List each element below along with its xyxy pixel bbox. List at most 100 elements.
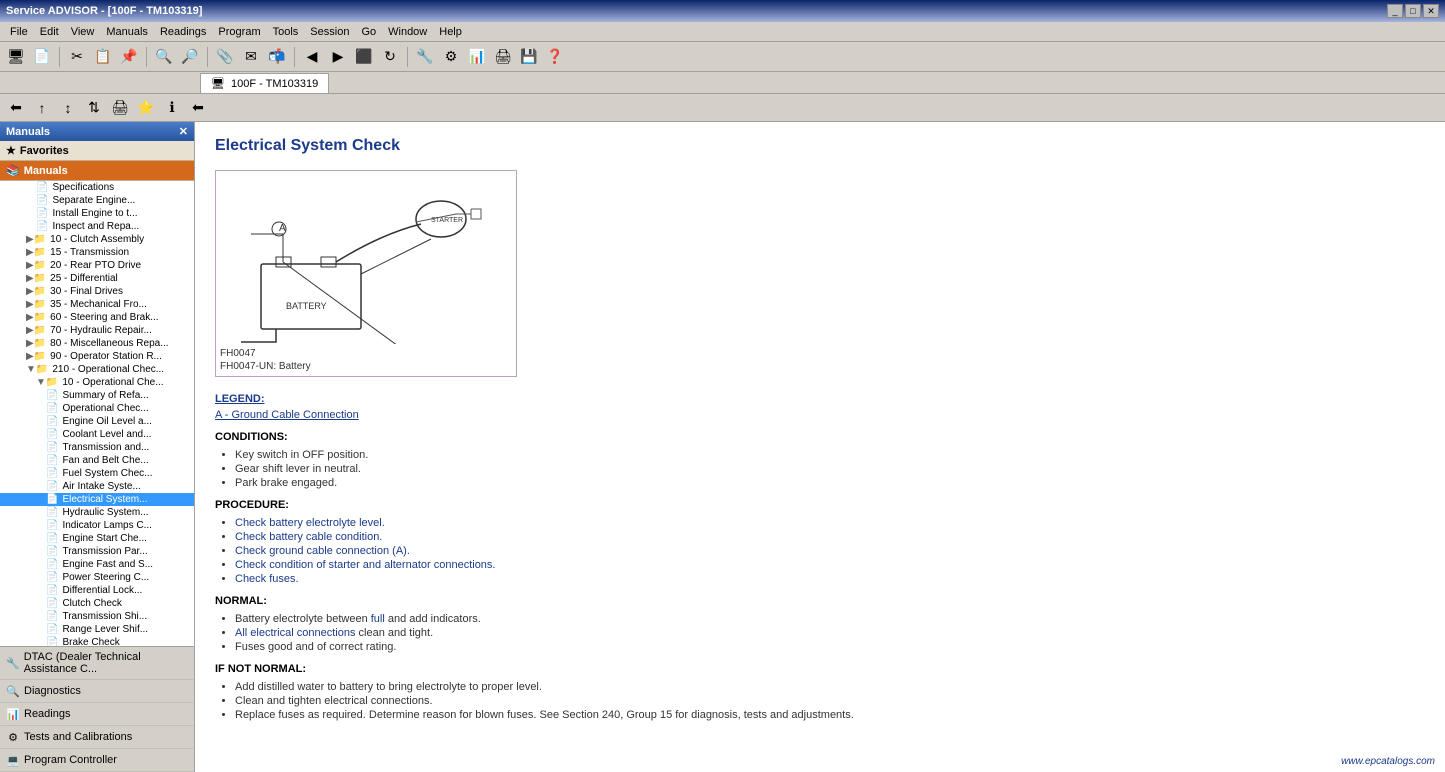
- menu-item-manuals[interactable]: Manuals: [100, 24, 154, 40]
- tree-item[interactable]: 📄Clutch Check: [0, 597, 194, 610]
- doc-tab[interactable]: 🖥 100F - TM103319: [200, 73, 329, 93]
- tree-item[interactable]: ▶📁20 - Rear PTO Drive: [0, 259, 194, 272]
- tree-item[interactable]: 📄Inspect and Repa...: [0, 220, 194, 233]
- tree-item[interactable]: 📄Operational Chec...: [0, 402, 194, 415]
- tree-item-label: 15 - Transmission: [50, 247, 129, 258]
- toolbar-secondary: ⬅ ↑ ↕ ⇅ 🖨 ⭐ ℹ ⬅: [0, 94, 1445, 122]
- tree-item[interactable]: 📄Engine Oil Level a...: [0, 415, 194, 428]
- tree-item[interactable]: ▶📁80 - Miscellaneous Repa...: [0, 337, 194, 350]
- nav-stop-button[interactable]: ⬛: [352, 45, 376, 69]
- tree-item[interactable]: ▶📁15 - Transmission: [0, 246, 194, 259]
- diagram-caption-text: FH0047-UN: Battery: [216, 361, 516, 376]
- nav-refresh-button[interactable]: ↻: [378, 45, 402, 69]
- toolbar-btn-8[interactable]: 📎: [213, 45, 237, 69]
- folder-icon: ▶📁: [26, 312, 46, 323]
- tab-bar: 🖥 100F - TM103319: [0, 72, 1445, 94]
- toolbar-btn-4[interactable]: 📋: [91, 45, 115, 69]
- tree-item[interactable]: 📄Indicator Lamps C...: [0, 519, 194, 532]
- content-area[interactable]: Electrical System Check BATTERY: [195, 122, 1445, 772]
- tree-item[interactable]: 📄Transmission Shi...: [0, 610, 194, 623]
- tree-item[interactable]: 📄Summary of Refa...: [0, 389, 194, 402]
- tree-item[interactable]: ▶📁70 - Hydraulic Repair...: [0, 324, 194, 337]
- tree-item[interactable]: 📄Transmission Par...: [0, 545, 194, 558]
- menu-item-view[interactable]: View: [65, 24, 101, 40]
- minimize-button[interactable]: _: [1387, 4, 1403, 18]
- toolbar2-btn-2[interactable]: ↑: [30, 96, 54, 120]
- toolbar-btn-9[interactable]: ✉: [239, 45, 263, 69]
- dtac-nav[interactable]: 🔧 DTAC (Dealer Technical Assistance C...: [0, 647, 194, 680]
- tree-item[interactable]: 📄Fuel System Chec...: [0, 467, 194, 480]
- toolbar2-btn-4[interactable]: ⇅: [82, 96, 106, 120]
- tree-container[interactable]: 📄Specifications📄Separate Engine...📄Insta…: [0, 181, 194, 646]
- toolbar-btn-3[interactable]: ✂: [65, 45, 89, 69]
- window-controls[interactable]: _ □ ✕: [1387, 4, 1439, 18]
- menu-item-go[interactable]: Go: [355, 24, 382, 40]
- tree-item[interactable]: ▶📁30 - Final Drives: [0, 285, 194, 298]
- tree-item[interactable]: ▶📁25 - Differential: [0, 272, 194, 285]
- menu-item-help[interactable]: Help: [433, 24, 468, 40]
- program-nav[interactable]: 💻 Program Controller: [0, 749, 194, 772]
- toolbar2-btn-8[interactable]: ⬅: [186, 96, 210, 120]
- menu-item-window[interactable]: Window: [382, 24, 433, 40]
- toolbar-btn-7[interactable]: 🔎: [178, 45, 202, 69]
- legend-item-a[interactable]: A - Ground Cable Connection: [215, 409, 1425, 421]
- nav-back-button[interactable]: ◀: [300, 45, 324, 69]
- toolbar-btn-1[interactable]: 🖥: [4, 45, 28, 69]
- tree-item[interactable]: ▼📁10 - Operational Che...: [0, 376, 194, 389]
- tree-item[interactable]: 📄Differential Lock...: [0, 584, 194, 597]
- toolbar-btn-11[interactable]: 🔧: [413, 45, 437, 69]
- menu-item-edit[interactable]: Edit: [34, 24, 65, 40]
- tree-item[interactable]: 📄Install Engine to t...: [0, 207, 194, 220]
- tree-item[interactable]: 📄Brake Check: [0, 636, 194, 646]
- readings-nav[interactable]: 📊 Readings: [0, 703, 194, 726]
- tests-nav[interactable]: ⚙ Tests and Calibrations: [0, 726, 194, 749]
- tree-item[interactable]: ▶📁90 - Operator Station R...: [0, 350, 194, 363]
- tree-item[interactable]: 📄Engine Fast and S...: [0, 558, 194, 571]
- tree-item[interactable]: 📄Engine Start Che...: [0, 532, 194, 545]
- tree-item[interactable]: 📄Hydraulic System...: [0, 506, 194, 519]
- tree-item[interactable]: 📄Specifications: [0, 181, 194, 194]
- diagnostics-nav[interactable]: 🔍 Diagnostics: [0, 680, 194, 703]
- toolbar-btn-15[interactable]: 💾: [517, 45, 541, 69]
- toolbar2-btn-3[interactable]: ↕: [56, 96, 80, 120]
- maximize-button[interactable]: □: [1405, 4, 1421, 18]
- toolbar-btn-2[interactable]: 📄: [30, 45, 54, 69]
- tree-item[interactable]: ▶📁35 - Mechanical Fro...: [0, 298, 194, 311]
- tree-item-label: 80 - Miscellaneous Repa...: [50, 338, 168, 349]
- toolbar-btn-12[interactable]: ⚙: [439, 45, 463, 69]
- toolbar-btn-14[interactable]: 🖨: [491, 45, 515, 69]
- menu-item-session[interactable]: Session: [304, 24, 355, 40]
- toolbar2-btn-1[interactable]: ⬅: [4, 96, 28, 120]
- dtac-icon: 🔧: [6, 656, 20, 670]
- toolbar2-btn-5[interactable]: 🖨: [108, 96, 132, 120]
- tree-item[interactable]: 📄Fan and Belt Che...: [0, 454, 194, 467]
- tree-item[interactable]: 📄Power Steering C...: [0, 571, 194, 584]
- toolbar-btn-10[interactable]: 📬: [265, 45, 289, 69]
- nav-forward-button[interactable]: ▶: [326, 45, 350, 69]
- tree-item[interactable]: ▶📁60 - Steering and Brak...: [0, 311, 194, 324]
- toolbar-btn-6[interactable]: 🔍: [152, 45, 176, 69]
- tree-item-label: Fan and Belt Che...: [62, 455, 148, 466]
- tree-item[interactable]: 📄Electrical System...: [0, 493, 194, 506]
- menu-item-readings[interactable]: Readings: [154, 24, 212, 40]
- tree-item[interactable]: ▶📁10 - Clutch Assembly: [0, 233, 194, 246]
- left-panel-close-button[interactable]: ✕: [179, 125, 188, 138]
- menu-item-program[interactable]: Program: [212, 24, 266, 40]
- tree-item[interactable]: 📄Separate Engine...: [0, 194, 194, 207]
- manuals-nav[interactable]: 📚 Manuals: [0, 161, 194, 181]
- toolbar2-btn-7[interactable]: ℹ: [160, 96, 184, 120]
- toolbar-btn-5[interactable]: 📌: [117, 45, 141, 69]
- tree-item[interactable]: 📄Coolant Level and...: [0, 428, 194, 441]
- menu-item-tools[interactable]: Tools: [267, 24, 305, 40]
- tree-item[interactable]: ▼📁210 - Operational Chec...: [0, 363, 194, 376]
- tree-item[interactable]: 📄Range Lever Shif...: [0, 623, 194, 636]
- toolbar2-btn-6[interactable]: ⭐: [134, 96, 158, 120]
- favorites-nav[interactable]: ★ Favorites: [0, 141, 194, 161]
- tree-item[interactable]: 📄Air Intake Syste...: [0, 480, 194, 493]
- close-button[interactable]: ✕: [1423, 4, 1439, 18]
- menu-item-file[interactable]: File: [4, 24, 34, 40]
- toolbar-btn-16[interactable]: ❓: [543, 45, 567, 69]
- toolbar-btn-13[interactable]: 📊: [465, 45, 489, 69]
- tree-item[interactable]: 📄Transmission and...: [0, 441, 194, 454]
- left-panel-header: Manuals ✕: [0, 122, 194, 141]
